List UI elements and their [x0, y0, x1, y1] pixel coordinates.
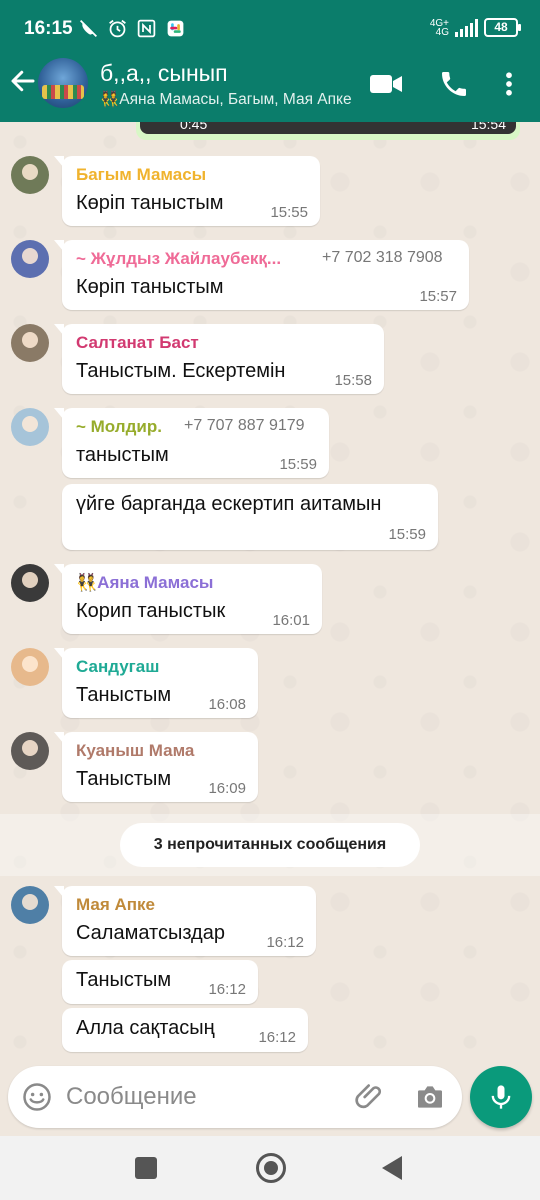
sender-name[interactable]: Багым Мамасы [76, 165, 206, 185]
sender-avatar[interactable] [11, 324, 49, 362]
sender-avatar[interactable] [11, 156, 49, 194]
message-bubble[interactable]: 👯Аяна Мамасы Корип таныстык 16:01 [54, 564, 322, 634]
alarm-icon [109, 19, 126, 38]
message-time: 16:12 [266, 934, 304, 951]
message-text: Таныстым. Ескертемін [76, 360, 286, 382]
message-text: Корип таныстык [76, 600, 226, 622]
message-text: Саламатсыздар [76, 922, 225, 944]
unread-divider: 3 непрочитанных сообщения [0, 814, 540, 876]
message-time: 16:12 [208, 981, 246, 998]
message-bubble[interactable]: Таныстым 16:12 [62, 960, 258, 1004]
battery-icon: 48 [484, 18, 521, 37]
message-text: Көріп таныстым [76, 192, 224, 214]
message-bubble[interactable]: Сандугаш Таныстым 16:08 [54, 648, 258, 718]
sender-phone: +7 707 887 9179 [184, 417, 305, 434]
camera-icon[interactable] [414, 1081, 446, 1113]
message-text: Таныстым [76, 768, 172, 790]
home-icon[interactable] [256, 1153, 286, 1183]
message-time: 15:55 [270, 204, 308, 221]
app-header: 16:15 4G+ 4G 48 б,,а,, сынып 👯Аяна Мамас… [0, 0, 540, 122]
sender-avatar[interactable] [11, 240, 49, 278]
more-vertical-icon[interactable] [494, 68, 524, 100]
message-time: 16:01 [272, 612, 310, 629]
message-bubble[interactable]: ~ Молдир. +7 707 887 9179 таныстым 15:59 [54, 408, 329, 478]
chat-members[interactable]: 👯Аяна Мамасы, Багым, Мая Апке [100, 90, 352, 109]
status-bar: 16:15 4G+ 4G 48 [0, 0, 540, 58]
group-avatar[interactable] [38, 58, 88, 108]
unread-label: 3 непрочитанных сообщения [120, 823, 420, 867]
message-bubble[interactable]: Салтанат Баст Таныстым. Ескертемін 15:58 [54, 324, 384, 394]
message-text: Таныстым [76, 684, 172, 706]
message-text: Көріп таныстым [76, 276, 224, 298]
message-time: 16:08 [208, 696, 246, 713]
sender-name[interactable]: Сандугаш [76, 657, 159, 677]
status-icons [78, 18, 186, 39]
sender-name[interactable]: Мая Апке [76, 895, 155, 915]
wifi-calling-off-icon [80, 20, 97, 37]
sender-avatar[interactable] [11, 408, 49, 446]
message-text: Таныстым [76, 969, 172, 991]
sender-name[interactable]: ~ Жұлдыз Жайлаубекқ... [76, 249, 308, 269]
sender-name[interactable]: 👯Аяна Мамасы [76, 573, 213, 593]
video-duration: 0:45 [180, 122, 208, 132]
slack-icon [167, 20, 184, 37]
sender-avatar[interactable] [11, 648, 49, 686]
message-time: 15:59 [279, 456, 317, 473]
chat-header: б,,а,, сынып 👯Аяна Мамасы, Багым, Мая Ап… [0, 58, 540, 122]
nfc-icon [137, 19, 156, 38]
message-time: 15:54 [470, 122, 506, 132]
message-text: Алла сақтасың [76, 1017, 215, 1039]
status-time: 16:15 [24, 18, 73, 39]
back-icon[interactable] [382, 1156, 402, 1180]
message-bubble[interactable]: Багым Мамасы Көріп таныстым 15:55 [54, 156, 320, 226]
microphone-icon [491, 1085, 511, 1109]
message-time: 15:59 [388, 526, 426, 543]
message-bubble[interactable]: Куаныш Мама Таныстым 16:09 [54, 732, 258, 802]
phone-icon[interactable] [436, 68, 472, 100]
sender-name[interactable]: ~ Молдир. [76, 417, 162, 437]
paperclip-icon[interactable] [354, 1081, 386, 1113]
video-camera-icon[interactable] [368, 68, 404, 100]
sender-avatar[interactable] [11, 564, 49, 602]
message-bubble[interactable]: Мая Апке Саламатсыздар 16:12 [54, 886, 316, 956]
sender-avatar[interactable] [11, 732, 49, 770]
message-bubble[interactable]: Алла сақтасың 16:12 [62, 1008, 308, 1052]
message-composer [8, 1066, 462, 1128]
sender-phone: +7 702 318 7908 [322, 249, 443, 266]
sender-name[interactable]: Салтанат Баст [76, 333, 199, 353]
chat-title[interactable]: б,,а,, сынып [100, 60, 228, 87]
status-right: 4G+ 4G 48 [429, 17, 521, 38]
message-text: таныстым [76, 444, 169, 466]
emoji-icon[interactable] [22, 1082, 52, 1112]
sender-avatar[interactable] [11, 886, 49, 924]
recents-icon[interactable] [135, 1157, 157, 1179]
message-time: 15:57 [419, 288, 457, 305]
microphone-button[interactable] [470, 1066, 532, 1128]
message-time: 15:58 [334, 372, 372, 389]
network-indicator: 4G+ 4G [429, 17, 449, 38]
chat-area[interactable]: 0:45 15:54 Багым Мамасы Көріп таныстым 1… [0, 122, 540, 1064]
signal-icon [455, 18, 478, 37]
partial-video-message[interactable]: 0:45 15:54 [136, 122, 520, 140]
message-time: 16:12 [258, 1029, 296, 1046]
message-time: 16:09 [208, 780, 246, 797]
message-input[interactable] [66, 1082, 336, 1112]
message-bubble[interactable]: ~ Жұлдыз Жайлаубекқ... +7 702 318 7908 К… [54, 240, 469, 310]
system-nav-bar [0, 1136, 540, 1200]
sender-name[interactable]: Куаныш Мама [76, 741, 194, 761]
message-text: үйге барганда ескертип аитамын [76, 493, 382, 515]
message-bubble[interactable]: үйге барганда ескертип аитамын 15:59 [62, 484, 438, 550]
arrow-left-icon[interactable] [8, 66, 38, 96]
